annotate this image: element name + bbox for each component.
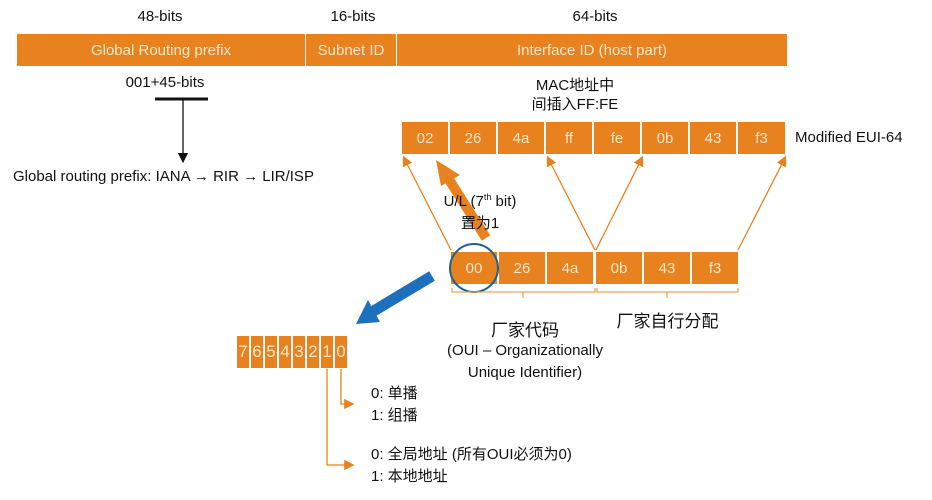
vendor-label: 厂家自行分配 xyxy=(616,312,719,331)
bit0-connector xyxy=(340,369,355,410)
ul-note-line1: U/L (7th bit) xyxy=(443,192,517,210)
bit1-connector xyxy=(326,369,355,471)
zoom-arrow xyxy=(356,271,435,324)
highlight-circle xyxy=(449,243,499,293)
vendor-brace xyxy=(596,288,739,298)
ul-note: U/L (7th bit) 置为1 xyxy=(420,186,540,235)
map-arrow-nic-right xyxy=(737,155,787,251)
ul-note-line2: 置为1 xyxy=(460,215,500,232)
connector-layer xyxy=(155,97,787,471)
map-arrow-oui-right xyxy=(546,155,596,251)
oui-label: 厂家代码 xyxy=(491,321,559,340)
oui-description: (OUI – Organizationally Unique Identifie… xyxy=(447,342,603,381)
bit0-meaning: 0: 单播 1: 组播 xyxy=(371,385,418,424)
oui-brace xyxy=(451,288,596,298)
bit1-meaning: 0: 全局地址 (所有OUI必须为0) 1: 本地地址 xyxy=(371,446,572,485)
map-arrow-nic-left xyxy=(595,155,644,251)
